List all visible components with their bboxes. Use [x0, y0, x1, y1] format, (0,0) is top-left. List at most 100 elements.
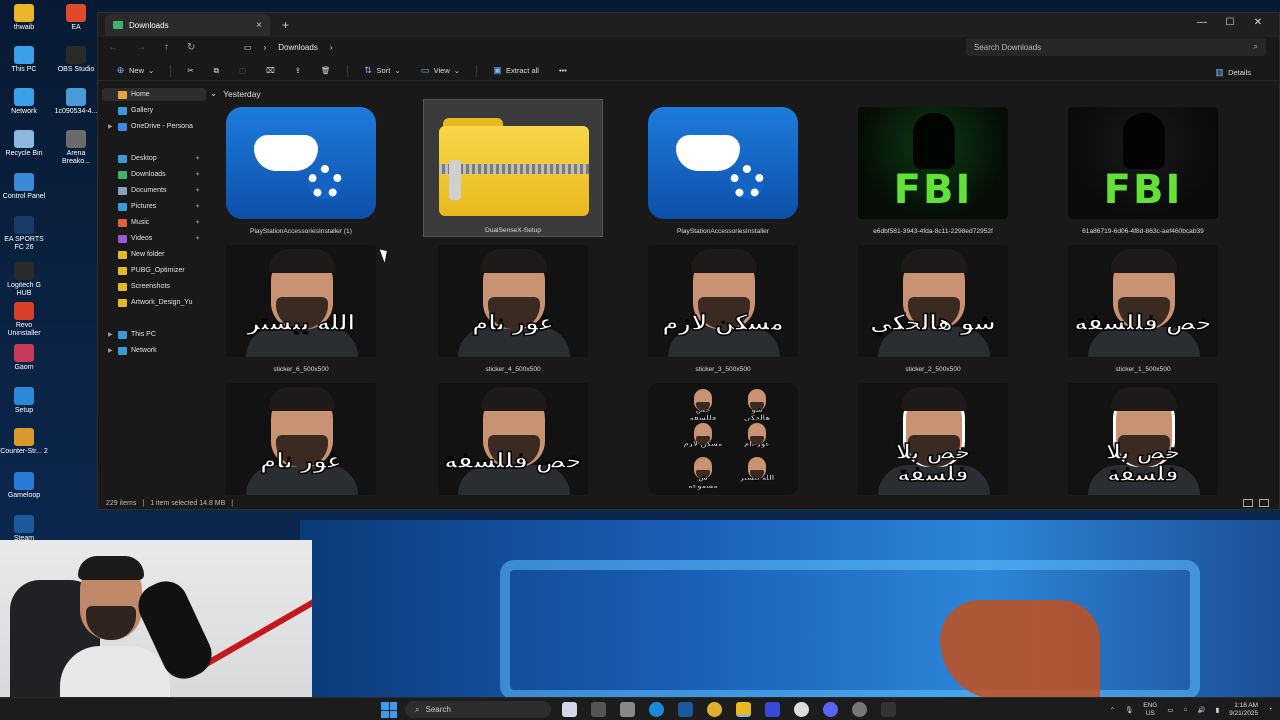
- rename-icon[interactable]: ⌧: [258, 62, 283, 80]
- volume-icon[interactable]: 🔊: [1197, 706, 1205, 714]
- file-tile[interactable]: FBI 61a86719-6d06-4f8d-863c-aef460bcab39: [1053, 99, 1233, 237]
- tab-downloads[interactable]: Downloads ×: [105, 14, 270, 36]
- back-arrow-icon[interactable]: ←: [108, 42, 118, 53]
- sidebar-item[interactable]: Downloads ✦: [102, 168, 206, 181]
- desktop-icon[interactable]: thwaib: [0, 4, 48, 32]
- desktop-icon[interactable]: EA: [52, 4, 100, 32]
- clock[interactable]: 1:18 AM 9/21/2025: [1229, 702, 1258, 718]
- close-button[interactable]: ✕: [1245, 17, 1271, 28]
- task-view-icon[interactable]: [562, 702, 577, 717]
- file-tile[interactable]: PlayStationAccessoriesInstaller (1): [211, 99, 391, 237]
- sidebar-item[interactable]: Home: [102, 88, 206, 101]
- desktop-icon[interactable]: Gaom: [0, 344, 48, 372]
- desktop-icon[interactable]: OBS Studio: [52, 46, 100, 74]
- desktop-icon[interactable]: Counter-Str... 2: [0, 428, 48, 456]
- minimize-button[interactable]: —: [1189, 17, 1215, 28]
- sidebar-item[interactable]: Documents ✦: [102, 184, 206, 197]
- view-button[interactable]: ▭ View ⌄: [413, 62, 468, 80]
- start-button[interactable]: [381, 702, 397, 718]
- clock-app-icon[interactable]: [794, 702, 809, 717]
- search-input[interactable]: Search Downloads ⌕: [966, 38, 1266, 56]
- sidebar-item[interactable]: ▶ This PC: [102, 328, 206, 341]
- refresh-icon[interactable]: ↻: [187, 42, 195, 53]
- steam-icon[interactable]: [678, 702, 693, 717]
- language-indicator[interactable]: ENG US: [1143, 702, 1157, 718]
- app-icon[interactable]: [620, 702, 635, 717]
- file-tile[interactable]: الله ييستر sticker_6_500x500: [211, 237, 391, 375]
- microphone-icon[interactable]: 🎙: [1125, 706, 1133, 714]
- chrome-icon[interactable]: [707, 702, 722, 717]
- sidebar-item[interactable]: Music ✦: [102, 216, 206, 229]
- file-tile[interactable]: FBI e6dbf581-3943-4fda-8c11-2298ed72952f: [843, 99, 1023, 237]
- tiles-view-icon[interactable]: [1259, 499, 1269, 507]
- chevron-right-icon[interactable]: ▶: [108, 123, 114, 130]
- details-view-icon[interactable]: [1243, 499, 1253, 507]
- app-icon[interactable]: [852, 702, 867, 717]
- chevron-right-icon[interactable]: ▶: [108, 331, 114, 338]
- sidebar-item[interactable]: ▶ OneDrive - Persona: [102, 120, 206, 133]
- group-header[interactable]: ⌄ Yesterday: [210, 88, 261, 99]
- file-tile[interactable]: خص فللسفة شو هالحكي مسكن لازم غور نام ش مسمو…: [633, 375, 813, 500]
- file-tile[interactable]: غور نام: [211, 375, 391, 500]
- sidebar-item[interactable]: New folder: [102, 248, 206, 261]
- desktop-icon[interactable]: This PC: [0, 46, 48, 74]
- desktop-icon[interactable]: Setup: [0, 387, 48, 415]
- file-explorer-icon[interactable]: [736, 702, 751, 717]
- network-icon[interactable]: ⌂: [1184, 706, 1188, 713]
- tab-close-icon[interactable]: ×: [256, 20, 262, 31]
- file-tile[interactable]: خص فللسفة: [423, 375, 603, 500]
- file-tile[interactable]: غور نام sticker_4_500x500: [423, 237, 603, 375]
- extract-all-button[interactable]: ▣ Extract all: [485, 62, 547, 80]
- file-tile[interactable]: مسكن لازم sticker_3_500x500: [633, 237, 813, 375]
- chevron-right-icon[interactable]: ▶: [108, 347, 114, 354]
- desktop-icon[interactable]: EA SPORTS FC 26: [0, 216, 48, 252]
- sidebar-item[interactable]: PUBG_Optimizer: [102, 264, 206, 277]
- desktop-icon[interactable]: Network: [0, 88, 48, 116]
- address-bar[interactable]: ▭ › Downloads ›: [238, 39, 953, 56]
- sort-button[interactable]: ⇅ Sort ⌄: [356, 62, 409, 80]
- maximize-button[interactable]: ☐: [1217, 17, 1243, 28]
- notification-icon[interactable]: ◔: [1268, 706, 1272, 713]
- desktop-icon[interactable]: Control Panel: [0, 173, 48, 201]
- forward-arrow-icon[interactable]: →: [136, 42, 146, 53]
- sidebar-item[interactable]: ▶ Network: [102, 344, 206, 357]
- file-tile[interactable]: DualSenseX-Setup: [423, 99, 603, 237]
- file-tile[interactable]: خص بلا فلسفة: [1053, 375, 1233, 500]
- file-tile[interactable]: PlayStationAccessoriesInstaller: [633, 99, 813, 237]
- logitech-icon[interactable]: [881, 702, 896, 717]
- details-button[interactable]: ▥ Details: [1207, 63, 1259, 81]
- delete-icon[interactable]: 🗑: [313, 62, 339, 80]
- sidebar-item[interactable]: Videos ✦: [102, 232, 206, 245]
- share-icon[interactable]: ⇪: [287, 62, 309, 80]
- sidebar-item[interactable]: Pictures ✦: [102, 200, 206, 213]
- copy-icon[interactable]: ⧉: [206, 62, 227, 80]
- edge-icon[interactable]: [649, 702, 664, 717]
- display-icon[interactable]: ▭: [1167, 706, 1173, 714]
- battery-icon[interactable]: ▮: [1216, 706, 1220, 714]
- widgets-icon[interactable]: [591, 702, 606, 717]
- file-tile[interactable]: خص بلا فلسفة: [843, 375, 1023, 500]
- sidebar-item[interactable]: Screenshots: [102, 280, 206, 293]
- file-tile[interactable]: خص فللسفة sticker_1_500x500: [1053, 237, 1233, 375]
- taskbar-search[interactable]: ⌕ Search: [405, 701, 551, 718]
- sidebar-item[interactable]: Gallery: [102, 104, 206, 117]
- sidebar-item[interactable]: Artwork_Design_Yu: [102, 296, 206, 309]
- desktop-icon[interactable]: Steam: [0, 515, 48, 543]
- breadcrumb-downloads[interactable]: Downloads: [278, 43, 318, 52]
- desktop-icon[interactable]: Recycle Bin: [0, 130, 48, 158]
- sidebar-item[interactable]: Desktop ✦: [102, 152, 206, 165]
- discord-icon[interactable]: [823, 702, 838, 717]
- file-tile[interactable]: شو هالحكي sticker_2_500x500: [843, 237, 1023, 375]
- up-arrow-icon[interactable]: ↑: [164, 42, 169, 53]
- new-button[interactable]: ⊕ New ⌄: [108, 62, 162, 80]
- cut-icon[interactable]: ✂: [179, 62, 201, 80]
- paste-icon[interactable]: ▢: [231, 62, 254, 80]
- desktop-icon[interactable]: 1c090534-4...: [52, 88, 100, 116]
- plus-icon[interactable]: +: [282, 18, 289, 32]
- desktop-icon[interactable]: Revo Uninstaller: [0, 302, 48, 338]
- desktop-icon[interactable]: Logitech G HUB: [0, 262, 48, 298]
- chevron-up-icon[interactable]: ⌃: [1110, 706, 1115, 714]
- desktop-icon[interactable]: Gameloop: [0, 472, 48, 500]
- more-options-icon[interactable]: •••: [551, 62, 575, 80]
- desktop-icon[interactable]: Arena Breako...: [52, 130, 100, 166]
